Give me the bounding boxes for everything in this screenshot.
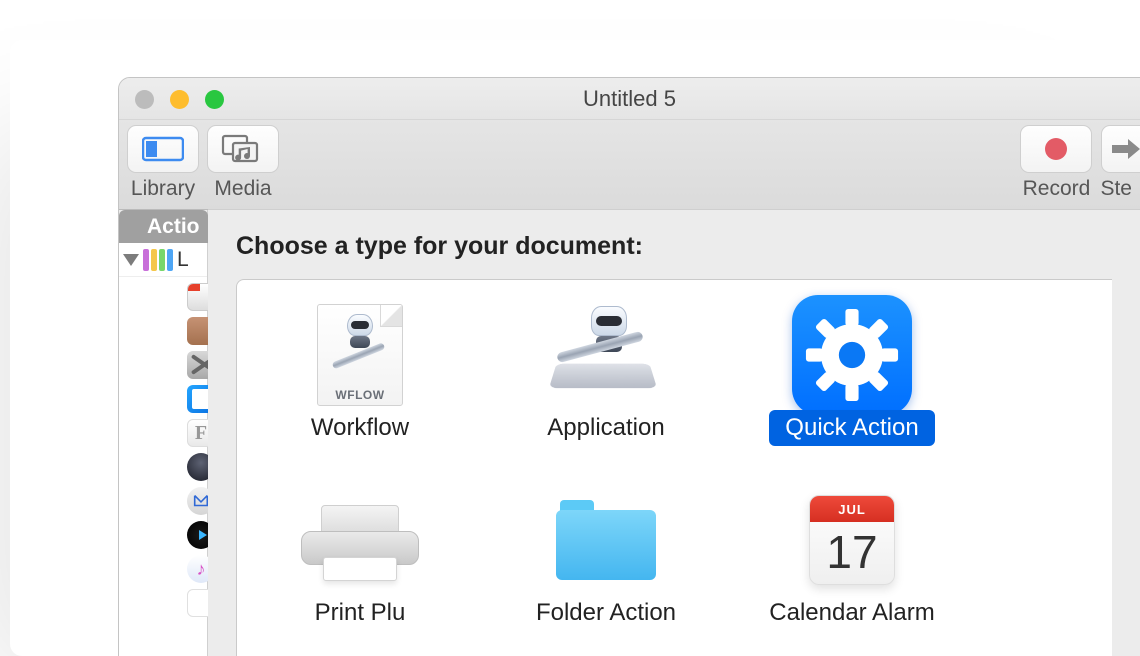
template-chooser-sheet: Choose a type for your document: WFLOW W… xyxy=(208,210,1140,656)
workflow-icon: WFLOW xyxy=(300,300,420,410)
library-app-list: F ♪ xyxy=(119,277,207,623)
template-label: Calendar Alarm xyxy=(753,595,950,631)
toolbar: Library Media Record xyxy=(119,120,1140,210)
library-button[interactable] xyxy=(127,125,199,173)
folder-icon xyxy=(546,485,666,595)
sheet-heading: Choose a type for your document: xyxy=(236,232,1112,261)
disclosure-triangle-icon[interactable] xyxy=(123,254,139,266)
media-label: Media xyxy=(214,177,271,201)
library-toolbar-item: Library xyxy=(127,125,199,201)
template-quick-action[interactable]: Quick Action xyxy=(729,292,975,477)
template-calendar-alarm[interactable]: JUL 17 Calendar Alarm xyxy=(729,477,975,656)
library-group-row[interactable]: L xyxy=(119,243,207,277)
step-toolbar-item: Ste xyxy=(1100,125,1132,201)
template-grid: WFLOW Workflow Application xyxy=(236,279,1112,656)
record-label: Record xyxy=(1023,177,1091,201)
automator-window: Untitled 5 Library Media xyxy=(118,77,1140,656)
template-label: Quick Action xyxy=(769,410,934,446)
library-row-label: L xyxy=(177,248,189,272)
calendar-icon: JUL 17 xyxy=(792,485,912,595)
record-toolbar-item: Record xyxy=(1020,125,1092,201)
sidebar: Actio L F ♪ xyxy=(119,210,208,656)
titlebar: Untitled 5 xyxy=(119,78,1140,120)
zoom-window-button[interactable] xyxy=(205,90,224,109)
template-folder-action[interactable]: Folder Action xyxy=(483,477,729,656)
media-icon xyxy=(221,134,265,164)
template-application[interactable]: Application xyxy=(483,292,729,477)
minimize-window-button[interactable] xyxy=(170,90,189,109)
media-button[interactable] xyxy=(207,125,279,173)
record-button[interactable] xyxy=(1020,125,1092,173)
window-traffic-lights xyxy=(135,90,224,109)
quick-action-icon xyxy=(792,300,912,410)
library-colors-icon xyxy=(143,249,173,271)
library-label: Library xyxy=(131,177,195,201)
step-label: Ste xyxy=(1100,177,1132,201)
template-workflow[interactable]: WFLOW Workflow xyxy=(237,292,483,477)
sidebar-tabs: Actio xyxy=(119,210,207,243)
step-button[interactable] xyxy=(1101,125,1140,173)
record-icon xyxy=(1043,136,1069,162)
actions-tab[interactable]: Actio xyxy=(119,210,208,243)
step-arrow-icon xyxy=(1110,138,1140,160)
template-label: Print Plu xyxy=(299,595,422,631)
template-label: Workflow xyxy=(295,410,425,446)
close-window-button[interactable] xyxy=(135,90,154,109)
window-title: Untitled 5 xyxy=(583,86,676,112)
template-label: Application xyxy=(531,410,680,446)
application-icon xyxy=(546,300,666,410)
template-label: Folder Action xyxy=(520,595,692,631)
printer-icon xyxy=(300,485,420,595)
library-icon xyxy=(142,135,184,163)
template-print-plugin[interactable]: Print Plu xyxy=(237,477,483,656)
media-toolbar-item: Media xyxy=(207,125,279,201)
